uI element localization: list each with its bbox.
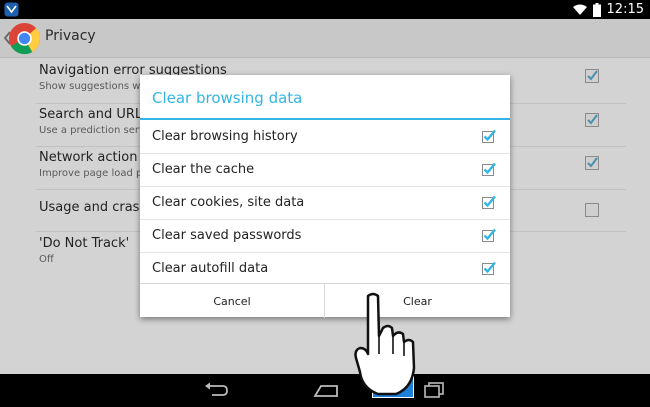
option-label: Clear saved passwords: [152, 228, 302, 243]
cancel-button[interactable]: Cancel: [140, 284, 325, 318]
clear-browsing-data-dialog: Clear browsing data Clear browsing histo…: [140, 75, 510, 318]
battery-icon: [592, 2, 601, 17]
app-notification-icon: [4, 2, 19, 17]
checkbox-checked-icon[interactable]: [482, 195, 496, 209]
option-label: Clear the cache: [152, 162, 255, 177]
option-clear-saved-passwords[interactable]: Clear saved passwords: [140, 219, 510, 253]
option-label: Clear autofill data: [152, 261, 269, 276]
recent-apps-icon[interactable]: [423, 382, 445, 398]
back-icon[interactable]: [203, 382, 229, 398]
option-clear-browsing-history[interactable]: Clear browsing history: [140, 120, 510, 154]
status-time: 12:15: [606, 2, 644, 17]
checkbox-checked-icon[interactable]: [482, 261, 496, 275]
pointing-hand-icon: [354, 292, 416, 396]
option-clear-autofill-data[interactable]: Clear autofill data: [140, 252, 510, 285]
dialog-button-bar: Cancel Clear: [140, 283, 510, 318]
option-label: Clear browsing history: [152, 129, 298, 144]
wifi-icon: [572, 4, 587, 15]
navigation-bar: [0, 374, 650, 407]
status-bar: 12:15: [0, 0, 650, 19]
dialog-title: Clear browsing data: [152, 89, 303, 107]
option-clear-cache[interactable]: Clear the cache: [140, 153, 510, 187]
option-clear-cookies[interactable]: Clear cookies, site data: [140, 186, 510, 220]
option-label: Clear cookies, site data: [152, 195, 305, 210]
checkbox-checked-icon[interactable]: [482, 162, 496, 176]
checkbox-checked-icon[interactable]: [482, 129, 496, 143]
checkbox-checked-icon[interactable]: [482, 228, 496, 242]
home-icon[interactable]: [313, 382, 339, 398]
